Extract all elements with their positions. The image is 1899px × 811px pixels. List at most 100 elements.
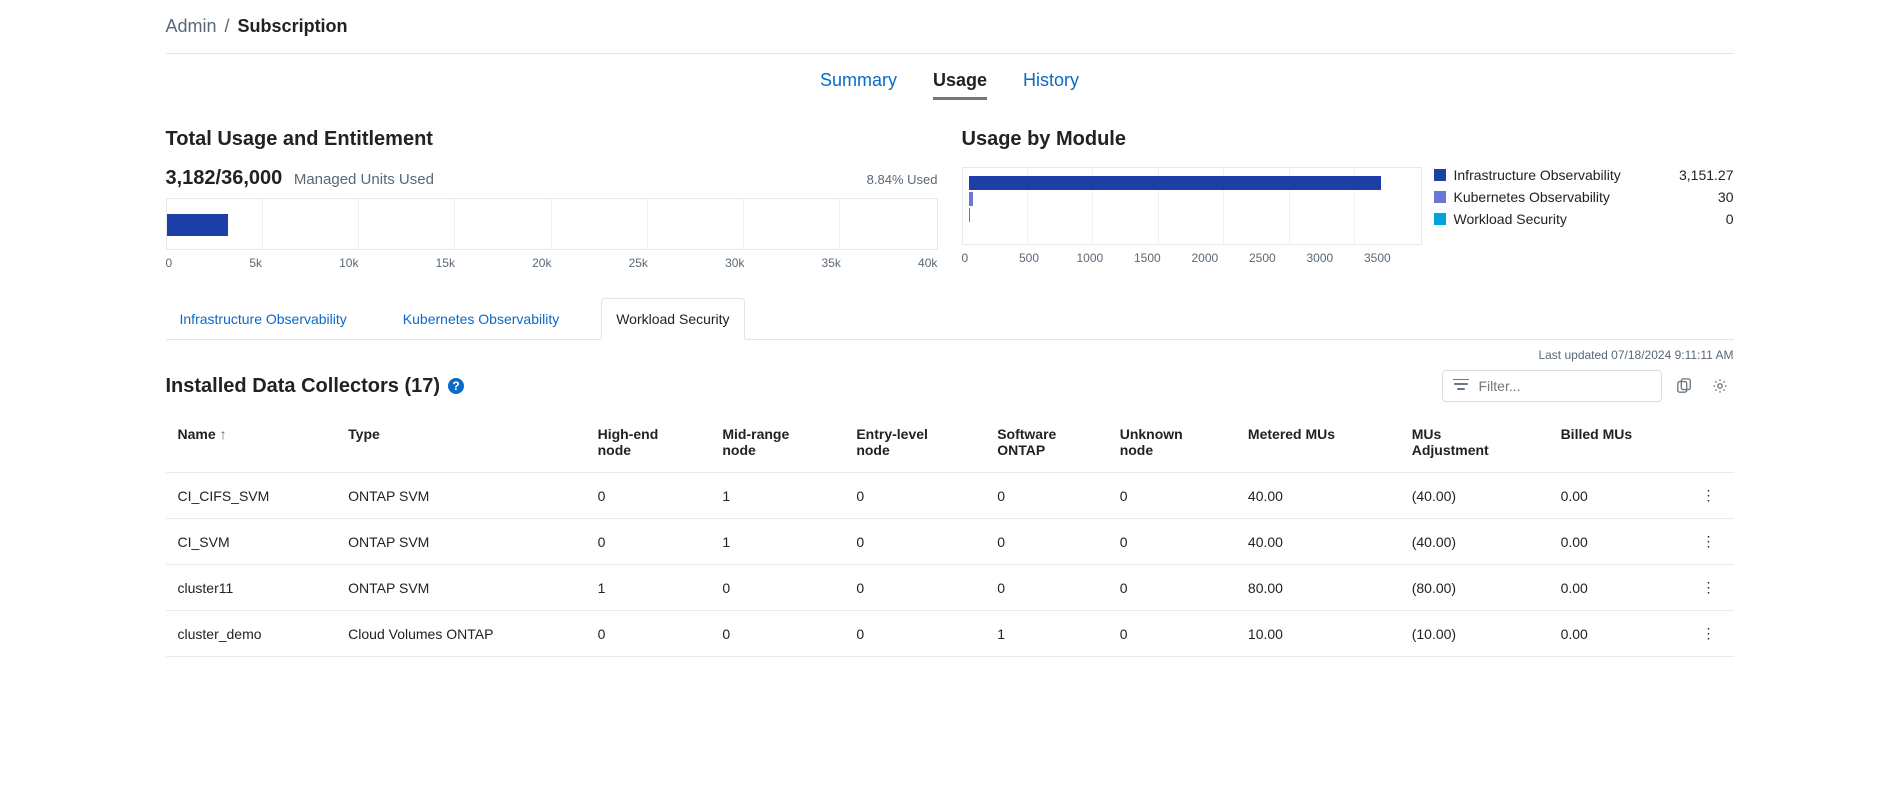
col-name[interactable]: Name↑: [166, 412, 337, 473]
col-mid-range-node[interactable]: Mid-rangenode: [710, 412, 844, 473]
module-ticks: 0 500 1000 1500 2000 2500 3000 3500: [962, 251, 1422, 265]
subtab-workload-security[interactable]: Workload Security: [601, 298, 744, 340]
filter-input[interactable]: [1477, 377, 1651, 395]
cell-unknown: 0: [1108, 565, 1236, 611]
col-entry-level-node[interactable]: Entry-levelnode: [844, 412, 985, 473]
cell-billed: 0.00: [1549, 611, 1690, 657]
swatch-icon: [1434, 213, 1446, 225]
cell-high-end: 0: [586, 611, 711, 657]
total-usage-subtitle: Managed Units Used: [294, 171, 434, 188]
cell-software-ontap: 0: [985, 519, 1108, 565]
cell-software-ontap: 0: [985, 565, 1108, 611]
collectors-table: Name↑ Type High-endnode Mid-rangenode En…: [166, 412, 1734, 657]
page-tabs: Summary Usage History: [166, 54, 1734, 108]
sub-tabs: Infrastructure Observability Kubernetes …: [166, 298, 1734, 340]
filter-icon: [1453, 378, 1469, 394]
cell-entry-level: 0: [844, 473, 985, 519]
cell-entry-level: 0: [844, 519, 985, 565]
collectors-title: Installed Data Collectors (17): [166, 375, 441, 398]
cell-software-ontap: 0: [985, 473, 1108, 519]
cell-metered: 10.00: [1236, 611, 1400, 657]
subtab-k8s[interactable]: Kubernetes Observability: [389, 299, 573, 339]
total-usage-section: Total Usage and Entitlement 3,182/36,000…: [166, 124, 938, 270]
last-updated: Last updated 07/18/2024 9:11:11 AM: [166, 348, 1734, 362]
export-icon[interactable]: [1670, 372, 1698, 400]
cell-unknown: 0: [1108, 611, 1236, 657]
breadcrumb-current: Subscription: [238, 16, 348, 37]
col-billed-mus[interactable]: Billed MUs: [1549, 412, 1690, 473]
module-bar-k8s: [969, 192, 974, 206]
cell-mid-range: 0: [710, 565, 844, 611]
kebab-icon[interactable]: ⋮: [1702, 487, 1716, 503]
cell-type: ONTAP SVM: [336, 565, 585, 611]
table-row: CI_SVMONTAP SVM0100040.00(40.00)0.00⋮: [166, 519, 1734, 565]
cell-billed: 0.00: [1549, 565, 1690, 611]
cell-mid-range: 1: [710, 473, 844, 519]
col-mus-adjustment[interactable]: MUsAdjustment: [1400, 412, 1549, 473]
col-type[interactable]: Type: [336, 412, 585, 473]
kebab-icon[interactable]: ⋮: [1702, 579, 1716, 595]
module-bar-ws: [969, 208, 970, 222]
cell-type: ONTAP SVM: [336, 473, 585, 519]
help-icon[interactable]: ?: [448, 378, 464, 394]
breadcrumb-sep: /: [225, 16, 230, 37]
breadcrumb-admin[interactable]: Admin: [166, 16, 217, 37]
kebab-icon[interactable]: ⋮: [1702, 625, 1716, 641]
legend-row: Workload Security 0: [1434, 211, 1734, 227]
total-usage-title: Total Usage and Entitlement: [166, 128, 938, 151]
cell-metered: 40.00: [1236, 473, 1400, 519]
table-row: CI_CIFS_SVMONTAP SVM0100040.00(40.00)0.0…: [166, 473, 1734, 519]
usage-by-module-section: Usage by Module 0 500 1000 1500 2000: [962, 124, 1734, 270]
col-software-ontap[interactable]: SoftwareONTAP: [985, 412, 1108, 473]
tab-history[interactable]: History: [1023, 70, 1079, 100]
total-usage-bar-fill: [167, 214, 229, 236]
cell-unknown: 0: [1108, 473, 1236, 519]
cell-name: CI_SVM: [166, 519, 337, 565]
cell-metered: 80.00: [1236, 565, 1400, 611]
total-usage-ticks: 0 5k 10k 15k 20k 25k 30k 35k 40k: [166, 256, 938, 270]
total-usage-value: 3,182/36,000: [166, 167, 283, 189]
cell-name: CI_CIFS_SVM: [166, 473, 337, 519]
cell-high-end: 1: [586, 565, 711, 611]
tab-summary[interactable]: Summary: [820, 70, 897, 100]
col-actions: [1690, 412, 1734, 473]
cell-mid-range: 1: [710, 519, 844, 565]
cell-software-ontap: 1: [985, 611, 1108, 657]
cell-metered: 40.00: [1236, 519, 1400, 565]
table-row: cluster11ONTAP SVM1000080.00(80.00)0.00⋮: [166, 565, 1734, 611]
sort-asc-icon: ↑: [220, 426, 227, 442]
cell-entry-level: 0: [844, 611, 985, 657]
module-bar-infra: [969, 176, 1381, 190]
cell-name: cluster_demo: [166, 611, 337, 657]
cell-adjustment: (10.00): [1400, 611, 1549, 657]
cell-unknown: 0: [1108, 519, 1236, 565]
subtab-infra[interactable]: Infrastructure Observability: [166, 299, 361, 339]
col-metered-mus[interactable]: Metered MUs: [1236, 412, 1400, 473]
legend-row: Infrastructure Observability 3,151.27: [1434, 167, 1734, 183]
legend-row: Kubernetes Observability 30: [1434, 189, 1734, 205]
kebab-icon[interactable]: ⋮: [1702, 533, 1716, 549]
cell-adjustment: (40.00): [1400, 519, 1549, 565]
col-unknown-node[interactable]: Unknownnode: [1108, 412, 1236, 473]
col-high-end-node[interactable]: High-endnode: [586, 412, 711, 473]
cell-mid-range: 0: [710, 611, 844, 657]
cell-adjustment: (80.00): [1400, 565, 1549, 611]
total-usage-percent: 8.84% Used: [867, 172, 938, 187]
cell-entry-level: 0: [844, 565, 985, 611]
cell-high-end: 0: [586, 473, 711, 519]
cell-type: Cloud Volumes ONTAP: [336, 611, 585, 657]
swatch-icon: [1434, 191, 1446, 203]
tab-usage[interactable]: Usage: [933, 70, 987, 100]
swatch-icon: [1434, 169, 1446, 181]
filter-field[interactable]: [1442, 370, 1662, 402]
gear-icon[interactable]: [1706, 372, 1734, 400]
table-header-row: Name↑ Type High-endnode Mid-rangenode En…: [166, 412, 1734, 473]
cell-adjustment: (40.00): [1400, 473, 1549, 519]
total-usage-bar: [166, 198, 938, 250]
usage-by-module-title: Usage by Module: [962, 128, 1734, 151]
cell-name: cluster11: [166, 565, 337, 611]
cell-billed: 0.00: [1549, 473, 1690, 519]
cell-type: ONTAP SVM: [336, 519, 585, 565]
cell-high-end: 0: [586, 519, 711, 565]
module-chart: [962, 167, 1422, 245]
